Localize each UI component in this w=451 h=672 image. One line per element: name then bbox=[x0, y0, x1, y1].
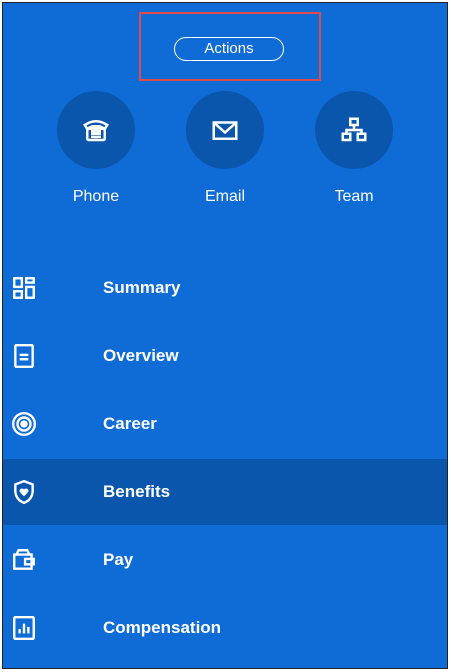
nav-item-label: Benefits bbox=[103, 482, 171, 501]
dashboard-grid-icon bbox=[13, 277, 35, 299]
nav-item-label: Compensation bbox=[103, 618, 222, 637]
worker-nav-panel: Actions Phone Email Team Summary Overvie… bbox=[2, 2, 448, 669]
nav-item-pay[interactable]: Pay bbox=[3, 527, 447, 593]
nav-item-overview[interactable]: Overview bbox=[3, 323, 447, 389]
phone-label: Phone bbox=[72, 188, 120, 205]
email-label: Email bbox=[204, 188, 245, 205]
nav-item-label: Overview bbox=[103, 346, 179, 365]
wallet-icon bbox=[13, 549, 35, 570]
nav-item-benefits[interactable]: Benefits bbox=[3, 459, 447, 525]
phone-icon bbox=[83, 120, 109, 142]
nav-item-compensation[interactable]: Compensation bbox=[3, 595, 447, 661]
team-button[interactable] bbox=[315, 91, 393, 169]
bar-chart-icon bbox=[13, 615, 35, 641]
phone-button[interactable] bbox=[57, 91, 135, 169]
email-button[interactable] bbox=[186, 91, 264, 169]
org-chart-icon bbox=[341, 117, 367, 142]
nav-item-summary[interactable]: Summary bbox=[3, 255, 447, 321]
nav-item-label: Career bbox=[103, 414, 157, 433]
document-icon bbox=[14, 343, 34, 369]
nav-item-label: Pay bbox=[103, 550, 134, 569]
nav-item-label: Summary bbox=[103, 278, 181, 297]
nav-item-career[interactable]: Career bbox=[3, 391, 447, 457]
shield-heart-icon bbox=[14, 479, 34, 505]
target-icon bbox=[11, 411, 37, 437]
actions-button[interactable]: Actions bbox=[174, 37, 284, 61]
envelope-icon bbox=[212, 121, 238, 140]
team-label: Team bbox=[334, 188, 374, 205]
